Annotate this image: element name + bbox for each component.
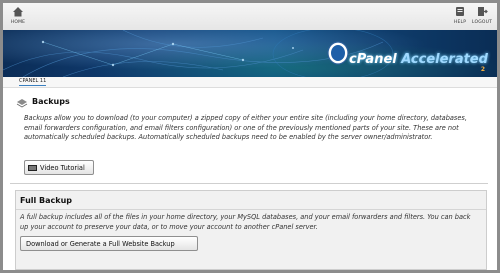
full-backup-description: A full backup includes all of the files … [20, 213, 471, 231]
help-icon [456, 7, 464, 16]
logout-button[interactable]: LOGOUT [471, 6, 493, 26]
breadcrumb: CPANEL 11 [3, 77, 497, 88]
panel-divider [16, 209, 486, 210]
top-toolbar: HOME HELP LOGOUT [3, 3, 497, 31]
brand-accelerated: Accelerated [401, 52, 488, 67]
brand-panel: Panel [356, 52, 397, 67]
cpanel-logo-mark [327, 41, 349, 65]
full-backup-title: Full Backup [20, 196, 73, 205]
page-title: Backups [32, 97, 70, 106]
full-backup-button[interactable]: Download or Generate a Full Website Back… [20, 236, 198, 251]
video-tutorial-button[interactable]: Video Tutorial [24, 160, 94, 175]
video-icon [28, 164, 37, 171]
full-backup-panel: Full Backup A full backup includes all o… [15, 190, 487, 270]
backups-description: Backups allow you to download (to your c… [24, 114, 467, 142]
home-button[interactable]: HOME [7, 6, 29, 26]
brand-c: c [349, 52, 357, 67]
header-banner: cPanel Accelerated 2 [3, 30, 497, 77]
cpanel-logo: cPanel Accelerated 2 [327, 39, 488, 73]
home-icon [13, 7, 23, 17]
logout-label: LOGOUT [471, 20, 493, 25]
help-label: HELP [453, 20, 467, 25]
help-button[interactable]: HELP [449, 6, 471, 26]
home-label: HOME [10, 20, 26, 25]
logout-icon [478, 7, 488, 16]
backup-icon [16, 99, 28, 108]
full-backup-button-label: Download or Generate a Full Website Back… [26, 239, 175, 248]
brand-wordmark: cPanel Accelerated [349, 52, 488, 67]
brand-version: 2 [480, 66, 485, 73]
video-tutorial-label: Video Tutorial [40, 163, 85, 172]
breadcrumb-cpanel[interactable]: CPANEL 11 [19, 78, 47, 86]
section-divider [10, 183, 488, 184]
